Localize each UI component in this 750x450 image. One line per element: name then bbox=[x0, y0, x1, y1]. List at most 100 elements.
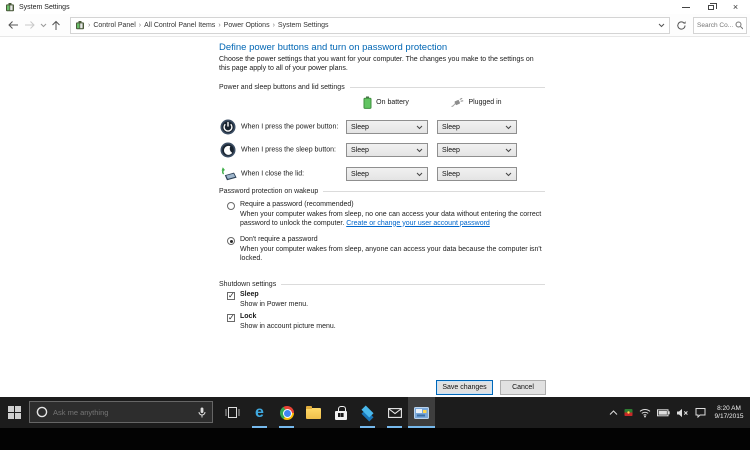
chevron-down-icon bbox=[505, 172, 512, 177]
section-divider bbox=[323, 191, 545, 192]
volume-button[interactable] bbox=[676, 408, 689, 418]
dont-require-password-radio[interactable] bbox=[227, 237, 235, 245]
bottom-letterbox bbox=[0, 428, 750, 450]
selected-value: Sleep bbox=[351, 170, 369, 178]
taskbar-app-system-settings[interactable] bbox=[408, 397, 435, 428]
search-icon bbox=[735, 21, 743, 29]
wifi-button[interactable] bbox=[639, 408, 651, 418]
require-password-radio[interactable] bbox=[227, 202, 235, 210]
taskbar-app-store[interactable] bbox=[327, 397, 354, 428]
column-on-battery: On battery bbox=[340, 95, 432, 109]
require-password-label[interactable]: Require a password (recommended) bbox=[240, 201, 354, 208]
selected-value: Sleep bbox=[442, 170, 460, 178]
power-options-icon bbox=[5, 2, 15, 12]
section-title: Power and sleep buttons and lid settings bbox=[219, 84, 345, 91]
action-center-icon bbox=[695, 408, 706, 418]
cortana-icon bbox=[36, 406, 48, 418]
breadcrumb-power-options[interactable]: Power Options bbox=[224, 22, 270, 29]
battery-status-icon bbox=[657, 408, 670, 416]
selected-value: Sleep bbox=[442, 146, 460, 154]
restore-button[interactable] bbox=[698, 0, 723, 14]
task-view-button[interactable] bbox=[219, 397, 245, 428]
tray-overflow-button[interactable] bbox=[609, 409, 618, 416]
up-button[interactable] bbox=[48, 16, 64, 34]
tray-app-icon[interactable] bbox=[624, 408, 633, 417]
breadcrumb-system-settings[interactable]: System Settings bbox=[278, 22, 329, 29]
refresh-icon bbox=[676, 20, 686, 30]
back-icon bbox=[8, 21, 18, 29]
power-button-plugged-in-select[interactable]: Sleep bbox=[437, 120, 517, 134]
minimize-button[interactable] bbox=[673, 0, 698, 14]
column-label: Plugged in bbox=[468, 98, 502, 106]
page-intro: Choose the power settings that you want … bbox=[219, 56, 534, 72]
breadcrumb-separator: › bbox=[88, 21, 91, 29]
chevron-down-icon bbox=[416, 148, 423, 153]
system-settings-icon bbox=[414, 406, 429, 419]
dont-require-password-description: When your computer wakes from sleep, any… bbox=[240, 246, 542, 262]
address-location-icon bbox=[75, 20, 85, 30]
taskbar-app-chrome[interactable] bbox=[273, 397, 300, 428]
selected-value: Sleep bbox=[351, 123, 369, 131]
lock-checkbox[interactable] bbox=[227, 314, 235, 322]
page-title: Define power buttons and turn on passwor… bbox=[219, 42, 448, 53]
forward-icon bbox=[25, 21, 35, 29]
control-panel-search[interactable] bbox=[693, 16, 747, 34]
taskbar-app-file-explorer[interactable] bbox=[300, 397, 327, 428]
chevron-down-icon bbox=[416, 172, 423, 177]
taskbar-app-mail[interactable] bbox=[381, 397, 408, 428]
battery-button[interactable] bbox=[657, 408, 670, 417]
action-center-button[interactable] bbox=[695, 407, 706, 418]
close-lid-plugged-in-select[interactable]: Sleep bbox=[437, 167, 517, 181]
taskbar-app-bluestacks[interactable] bbox=[354, 397, 381, 428]
close-button[interactable]: × bbox=[723, 0, 748, 14]
start-button[interactable] bbox=[0, 397, 29, 428]
volume-muted-icon bbox=[677, 408, 688, 417]
sleep-button-plugged-in-select[interactable]: Sleep bbox=[437, 143, 517, 157]
chevron-down-icon bbox=[658, 23, 665, 27]
breadcrumb-separator: › bbox=[272, 21, 275, 29]
require-password-description: When your computer wakes from sleep, no … bbox=[240, 211, 558, 228]
window-title: System Settings bbox=[19, 3, 70, 11]
address-dropdown-button[interactable] bbox=[658, 23, 665, 28]
cortana-search-input[interactable] bbox=[53, 407, 193, 417]
change-password-link[interactable]: Create or change your user account passw… bbox=[346, 220, 490, 227]
file-explorer-icon bbox=[306, 405, 321, 419]
windows-logo-icon bbox=[8, 406, 21, 419]
forward-button[interactable] bbox=[22, 16, 38, 34]
dont-require-password-label[interactable]: Don't require a password bbox=[240, 236, 318, 243]
restore-icon bbox=[707, 2, 717, 10]
chevron-down-icon bbox=[40, 23, 46, 27]
row-sleep-button: When I press the sleep button: Sleep Sle… bbox=[219, 139, 545, 161]
section-divider bbox=[349, 87, 545, 88]
up-icon bbox=[52, 20, 60, 30]
close-lid-on-battery-select[interactable]: Sleep bbox=[346, 167, 428, 181]
address-bar[interactable]: › Control Panel › All Control Panel Item… bbox=[70, 16, 670, 34]
breadcrumb-separator: › bbox=[218, 21, 221, 29]
save-changes-button[interactable]: Save changes bbox=[436, 380, 493, 395]
section-power-buttons: Power and sleep buttons and lid settings bbox=[219, 84, 545, 91]
title-bar: System Settings × bbox=[0, 0, 750, 14]
lock-checkbox-label[interactable]: Lock bbox=[240, 313, 256, 320]
power-button-on-battery-select[interactable]: Sleep bbox=[346, 120, 428, 134]
section-divider bbox=[281, 284, 545, 285]
breadcrumb-all-items[interactable]: All Control Panel Items bbox=[144, 22, 215, 29]
back-button[interactable] bbox=[4, 16, 22, 34]
row-close-lid: When I close the lid: Sleep Sleep bbox=[219, 163, 545, 185]
column-label: On battery bbox=[376, 98, 409, 106]
sleep-button-on-battery-select[interactable]: Sleep bbox=[346, 143, 428, 157]
sleep-checkbox[interactable] bbox=[227, 292, 235, 300]
cancel-button[interactable]: Cancel bbox=[500, 380, 546, 395]
sleep-checkbox-label[interactable]: Sleep bbox=[240, 291, 259, 298]
selected-value: Sleep bbox=[351, 146, 369, 154]
breadcrumb-control-panel[interactable]: Control Panel bbox=[93, 22, 135, 29]
microphone-icon[interactable] bbox=[198, 407, 206, 418]
cortana-search-box[interactable] bbox=[29, 401, 213, 423]
refresh-button[interactable] bbox=[673, 17, 689, 34]
recent-pages-button[interactable] bbox=[38, 16, 48, 34]
chevron-down-icon bbox=[505, 125, 512, 130]
taskbar-app-edge[interactable]: e bbox=[246, 397, 273, 428]
taskbar-clock[interactable]: 8:20 AM 9/17/2015 bbox=[712, 405, 746, 421]
search-input[interactable] bbox=[697, 21, 735, 29]
section-password-protection: Password protection on wakeup bbox=[219, 188, 545, 195]
chevron-up-icon bbox=[609, 409, 618, 415]
